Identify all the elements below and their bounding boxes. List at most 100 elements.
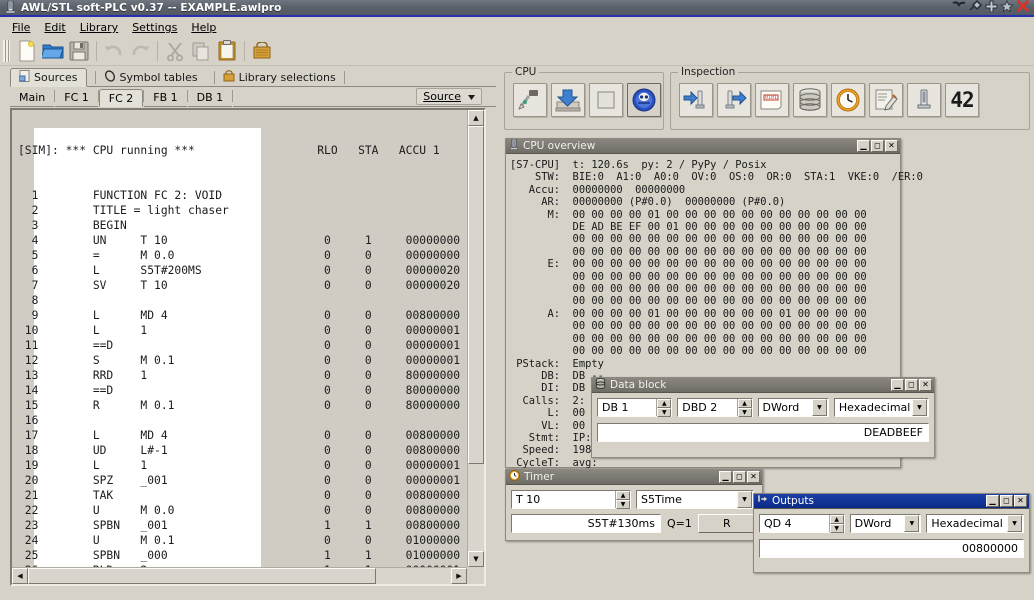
cpu-overview-icon[interactable]	[907, 83, 941, 117]
menu-settings[interactable]: Settings	[125, 20, 184, 35]
chevron-down-icon[interactable]: ▼	[904, 515, 920, 532]
open-folder-icon[interactable]	[40, 39, 66, 63]
tab-main[interactable]: Main	[10, 89, 55, 107]
spin-up-icon[interactable]: ▲	[829, 515, 844, 524]
spin-up-icon[interactable]: ▲	[737, 399, 752, 408]
outputs-address-selector[interactable]: QD 4 ▲ ▼	[759, 514, 845, 533]
shade-icon[interactable]	[952, 0, 966, 15]
cpu-build-icon[interactable]	[513, 83, 547, 117]
tab-db1[interactable]: DB 1	[187, 89, 233, 107]
data-block-db-selector[interactable]: DB 1 ▲ ▼	[597, 398, 673, 417]
cpu-overview-titlebar[interactable]: CPU overview ▁ ◻ ✕	[506, 138, 900, 154]
counter-icon[interactable]	[869, 83, 903, 117]
tab-fc2[interactable]: FC 2	[98, 89, 144, 107]
close-icon[interactable]: ✕	[1014, 495, 1027, 507]
library-icon[interactable]	[249, 39, 275, 63]
tab-fb1[interactable]: FB 1	[144, 89, 187, 107]
scroll-left-arrow[interactable]: ◀	[12, 568, 28, 584]
cpu-run-icon[interactable]	[627, 83, 661, 117]
menu-file[interactable]: File	[5, 20, 37, 35]
lcd-display-icon[interactable]: 42	[945, 83, 979, 117]
minimize-icon[interactable]: ▁	[857, 140, 870, 152]
maximize-icon[interactable]	[984, 0, 998, 15]
window-decoration-buttons[interactable]	[952, 0, 1034, 15]
scroll-down-arrow[interactable]: ▼	[468, 551, 484, 567]
timer-format-select[interactable]: S5Time ▼	[636, 490, 754, 509]
flags-icon[interactable]: 0101	[755, 83, 789, 117]
data-block-value-field[interactable]: DEADBEEF	[597, 423, 929, 442]
close-icon[interactable]: ✕	[885, 140, 898, 152]
vscroll-thumb[interactable]	[468, 126, 484, 464]
close-icon[interactable]	[1016, 0, 1030, 15]
spin-up-icon[interactable]: ▲	[616, 491, 630, 500]
cpu-overview-controls[interactable]: ▁ ◻ ✕	[857, 140, 900, 152]
scroll-up-arrow[interactable]: ▲	[468, 110, 484, 126]
data-block-controls[interactable]: ▁ ◻ ✕	[891, 379, 934, 391]
data-block-window[interactable]: Data block ▁ ◻ ✕ DB 1 ▲ ▼ DBD 2 ▲ ▼ DWor…	[591, 377, 935, 458]
menu-edit[interactable]: Edit	[37, 20, 72, 35]
timer-icon[interactable]	[831, 83, 865, 117]
copy-icon[interactable]	[188, 39, 214, 63]
offset-spinner[interactable]: ▲ ▼	[736, 399, 752, 417]
pin-icon[interactable]	[968, 0, 983, 15]
tab-fc1[interactable]: FC 1	[55, 89, 98, 107]
save-disk-icon[interactable]	[66, 39, 92, 63]
timer-titlebar[interactable]: Timer ▁ ◻ ✕	[506, 470, 762, 485]
outputs-controls[interactable]: ▁ ◻ ✕	[986, 495, 1029, 507]
spin-down-icon[interactable]: ▼	[616, 500, 630, 509]
menu-library[interactable]: Library	[73, 20, 125, 35]
outputs-value-field[interactable]: 00800000	[759, 539, 1024, 558]
outputs-icon[interactable]	[717, 83, 751, 117]
spin-down-icon[interactable]: ▼	[657, 408, 672, 417]
cpu-download-icon[interactable]	[551, 83, 585, 117]
data-block-format-select[interactable]: Hexadecimal ▼	[833, 398, 929, 417]
spin-down-icon[interactable]: ▼	[829, 524, 844, 533]
window-titlebar[interactable]: AWL/STL soft-PLC v0.37 -- EXAMPLE.awlpro	[0, 0, 1034, 17]
sticky-icon[interactable]	[1000, 0, 1014, 15]
hscroll-thumb[interactable]	[28, 568, 376, 584]
menu-help[interactable]: Help	[184, 20, 223, 35]
minimize-icon[interactable]: ▁	[891, 379, 904, 391]
spin-up-icon[interactable]: ▲	[657, 399, 672, 408]
code-vertical-scrollbar[interactable]: ▲ ▼	[467, 110, 484, 567]
paste-clipboard-icon[interactable]	[214, 39, 240, 63]
close-icon[interactable]: ✕	[747, 471, 760, 483]
maximize-icon[interactable]: ◻	[871, 140, 884, 152]
code-horizontal-scrollbar[interactable]: ◀ ▶	[12, 567, 467, 584]
timer-selector[interactable]: T 10 ▲ ▼	[511, 490, 631, 509]
cut-scissors-icon[interactable]	[162, 39, 188, 63]
spin-down-icon[interactable]: ▼	[737, 408, 752, 417]
chevron-down-icon[interactable]: ▼	[911, 399, 927, 416]
maximize-icon[interactable]: ◻	[1000, 495, 1013, 507]
toolbar-grip[interactable]	[3, 39, 10, 62]
minimize-icon[interactable]: ▁	[719, 471, 732, 483]
chevron-down-icon[interactable]: ▼	[1007, 515, 1023, 532]
maximize-icon[interactable]: ◻	[905, 379, 918, 391]
timer-value-field[interactable]: S5T#130ms	[511, 514, 661, 533]
chevron-down-icon[interactable]: ▼	[811, 399, 827, 416]
code-view[interactable]: [SIM]: *** CPU running *** RLO STA ACCU …	[10, 108, 486, 586]
outputs-window[interactable]: Outputs ▁ ◻ ✕ QD 4 ▲ ▼ DWord ▼ Hexadecim…	[753, 493, 1030, 573]
timer-reset-button[interactable]: R	[697, 514, 756, 533]
outputs-titlebar[interactable]: Outputs ▁ ◻ ✕	[754, 494, 1029, 509]
outputs-format-select[interactable]: Hexadecimal ▼	[926, 514, 1025, 533]
scroll-right-arrow[interactable]: ▶	[451, 568, 467, 584]
minimize-icon[interactable]: ▁	[986, 495, 999, 507]
timer-window[interactable]: Timer ▁ ◻ ✕ T 10 ▲ ▼ S5Time ▼ S5T#130ms …	[505, 469, 763, 541]
tab-library-selections[interactable]: Library selections	[205, 68, 344, 87]
data-block-offset-selector[interactable]: DBD 2 ▲ ▼	[677, 398, 753, 417]
data-block-icon[interactable]	[793, 83, 827, 117]
tab-sources[interactable]: Sources	[10, 68, 87, 87]
close-icon[interactable]: ✕	[919, 379, 932, 391]
inputs-icon[interactable]	[679, 83, 713, 117]
db-spinner[interactable]: ▲ ▼	[656, 399, 672, 417]
data-block-type-select[interactable]: DWord ▼	[757, 398, 829, 417]
source-menu-button[interactable]: Source	[416, 88, 482, 105]
data-block-titlebar[interactable]: Data block ▁ ◻ ✕	[592, 378, 934, 393]
new-file-icon[interactable]	[14, 39, 40, 63]
cpu-stop-icon[interactable]	[589, 83, 623, 117]
tab-symbol-tables[interactable]: Symbol tables	[86, 68, 206, 87]
timer-spinner[interactable]: ▲ ▼	[615, 491, 630, 509]
maximize-icon[interactable]: ◻	[733, 471, 746, 483]
outputs-type-select[interactable]: DWord ▼	[849, 514, 922, 533]
